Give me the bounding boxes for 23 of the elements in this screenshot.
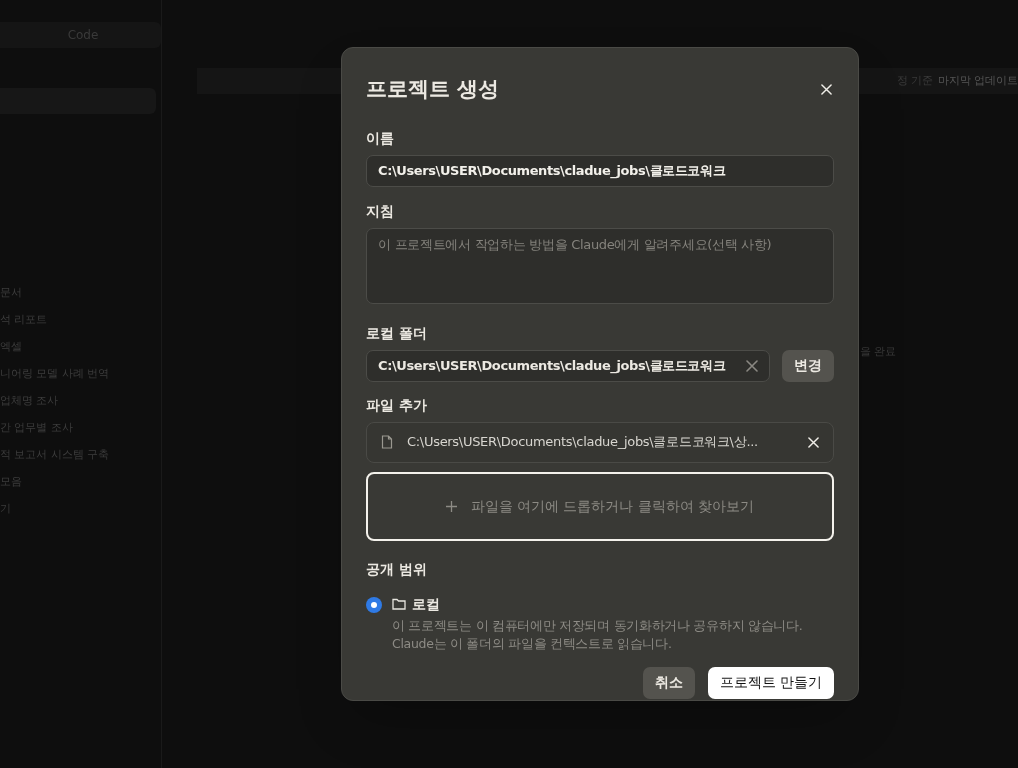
dialog-title: 프로젝트 생성 (366, 76, 500, 103)
file-icon (381, 435, 393, 449)
plus-icon (445, 500, 457, 512)
instructions-field[interactable]: 이 프로젝트에서 작업하는 방법을 Claude에게 알려주세요(선택 사항) (366, 227, 834, 304)
file-dropzone[interactable]: 파일을 여기에 드롭하거나 클릭하여 찾아보기 (366, 471, 834, 541)
cancel-button[interactable]: 취소 (642, 666, 695, 699)
file-path: C:\Users\USER\Documents\cladue_jobs\클로드코워크\상... (407, 433, 759, 452)
change-button[interactable]: 변경 (782, 349, 834, 382)
remove-icon[interactable] (808, 436, 819, 448)
field-label: 파일 추가 (366, 395, 428, 415)
field-label: 로컬 폴더 (366, 323, 428, 343)
field-label: 이름 (366, 128, 395, 148)
create-button[interactable]: 프로젝트 만들기 (707, 666, 834, 699)
radio-button[interactable] (366, 596, 382, 613)
option-label: 로컬 (412, 594, 440, 614)
header-note-emphasis: 마지막 업데이트 (937, 72, 1018, 89)
folder-field[interactable]: C:\Users\USER\Documents\cladue_jobs\클로드코워크 (366, 349, 770, 382)
clear-icon[interactable] (746, 359, 758, 372)
field-label: 공개 범위 (366, 559, 428, 579)
name-field[interactable]: C:\Users\USER\Documents\cladue_jobs\클로드코워크 (366, 154, 834, 187)
option-description: 이 프로젝트는 이 컴퓨터에만 저장되며 동기화하거나 공유하지 않습니다. Claude는 이 폴더의 파일을 컨텍스트로 읽습니다. (392, 616, 803, 653)
field-label: 지침 (366, 201, 395, 221)
folder-icon (392, 598, 406, 610)
